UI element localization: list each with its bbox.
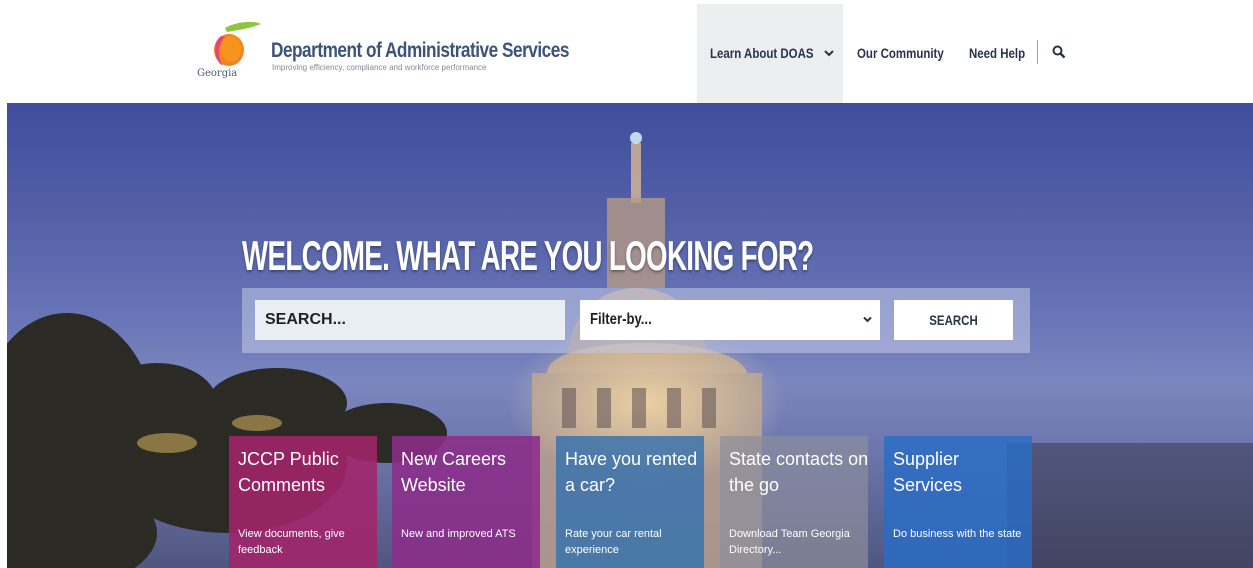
card-description: New and improved ATS [401, 528, 516, 540]
card-new-careers-website[interactable]: New Careers Website New and improved ATS [392, 436, 540, 568]
site-title[interactable]: Department of Administrative Services [271, 39, 569, 63]
card-title: State contacts on the go [729, 449, 868, 495]
filter-select[interactable]: Filter-by... [580, 300, 880, 340]
search-input[interactable] [255, 300, 565, 340]
georgia-logo[interactable]: Georgia [195, 20, 265, 90]
card-title: JCCP Public Comments [238, 449, 339, 495]
card-description: View documents, give feedback [238, 528, 345, 556]
nav-need-help[interactable]: Need Help [969, 45, 1025, 61]
site-header: Georgia Department of Administrative Ser… [0, 0, 1253, 103]
filter-selected-value: Filter-by... [590, 311, 652, 328]
card-title: Have you rented a car? [565, 449, 698, 495]
peach-logo-icon [214, 21, 261, 66]
card-rented-car[interactable]: Have you rented a car? Rate your car ren… [556, 436, 704, 568]
card-title: New Careers Website [401, 449, 507, 495]
card-description: Rate your car rental experience [565, 528, 662, 556]
search-icon[interactable] [1052, 45, 1066, 59]
chevron-down-icon[interactable] [824, 49, 834, 57]
search-button[interactable]: SEARCH [894, 300, 1013, 340]
card-jccp-public-comments[interactable]: JCCP Public Comments View documents, giv… [229, 436, 377, 568]
search-button-label: SEARCH [929, 312, 978, 328]
card-description: Download Team Georgia Directory... [729, 528, 850, 556]
card-state-contacts[interactable]: State contacts on the go Download Team G… [720, 436, 868, 568]
logo-wordmark: Georgia [197, 68, 238, 79]
welcome-heading: WELCOME. WHAT ARE YOU LOOKING FOR? [242, 232, 814, 279]
nav-our-community[interactable]: Our Community [857, 45, 944, 61]
nav-learn-about-doas[interactable]: Learn About DOAS [710, 45, 814, 61]
card-title: Supplier Services [893, 449, 963, 495]
site-tagline: Improving efficiency, compliance and wor… [272, 63, 487, 72]
card-supplier-services[interactable]: Supplier Services Do business with the s… [884, 436, 1032, 568]
chevron-down-icon [863, 316, 872, 323]
nav-divider [1037, 40, 1038, 64]
card-description: Do business with the state [893, 528, 1022, 540]
